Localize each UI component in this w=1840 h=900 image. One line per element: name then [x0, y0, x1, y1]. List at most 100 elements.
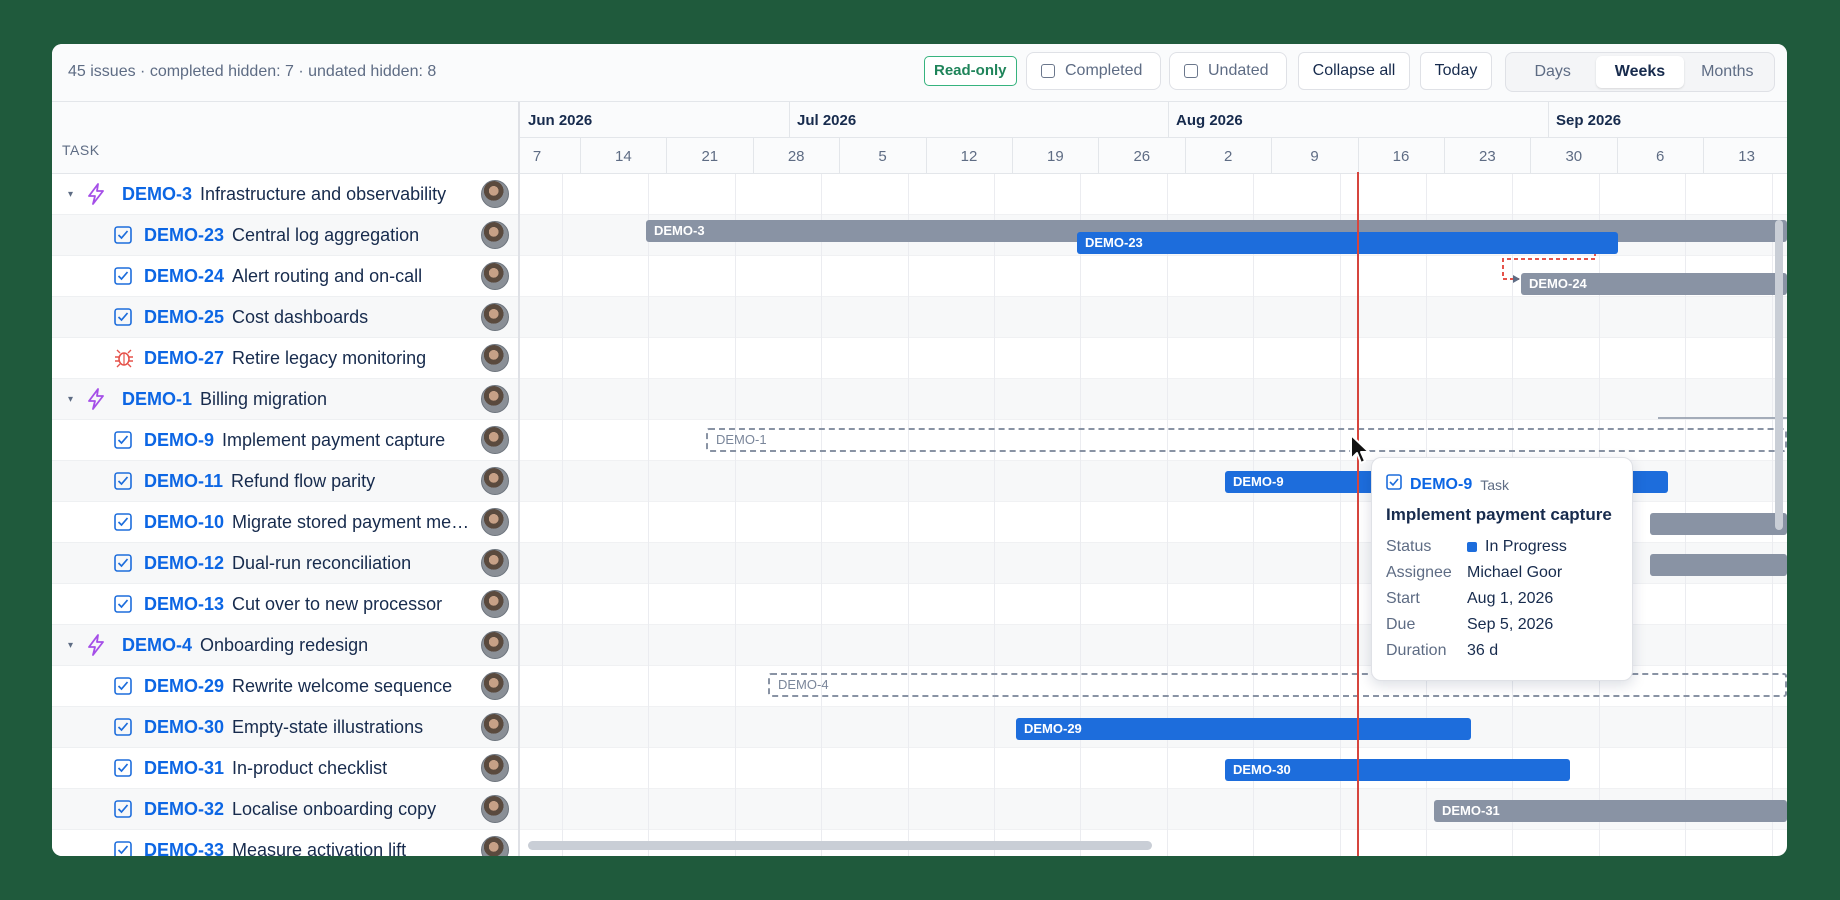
avatar: [481, 221, 509, 249]
tooltip-status-row: Status In Progress: [1386, 538, 1567, 556]
avatar: [481, 713, 509, 741]
issue-key[interactable]: DEMO-29: [144, 676, 224, 697]
issue-summary: Central log aggregation: [232, 224, 420, 245]
avatar: [481, 631, 509, 659]
issue-summary: Empty-state illustrations: [232, 716, 424, 737]
tooltip-start-row: Start Aug 1, 2026: [1386, 590, 1553, 608]
issue-key[interactable]: DEMO-11: [144, 471, 223, 492]
bar-demo-29[interactable]: DEMO-29: [1016, 718, 1471, 740]
undated-checkbox[interactable]: [1184, 64, 1198, 78]
bug-icon: [114, 348, 134, 368]
task-row[interactable]: ▾ DEMO-3 Infrastructure and observability: [52, 174, 518, 215]
tooltip-header: DEMO-9 Task: [1386, 474, 1509, 495]
horizontal-scrollbar[interactable]: [528, 841, 1152, 850]
expand-caret-icon[interactable]: ▾: [68, 394, 73, 405]
issue-summary: Implement payment capture: [222, 429, 446, 450]
task-row[interactable]: ▾ DEMO-1 Billing migration: [52, 379, 518, 420]
issue-key[interactable]: DEMO-4: [122, 635, 192, 656]
task-row[interactable]: DEMO-10 Migrate stored payment met…: [52, 502, 518, 543]
completed-toggle[interactable]: Completed: [1026, 52, 1161, 90]
scale-weeks[interactable]: Weeks: [1596, 56, 1684, 88]
bar-demo-4[interactable]: DEMO-4: [768, 673, 1787, 697]
issue-key[interactable]: DEMO-31: [144, 758, 224, 779]
bar-demo-24[interactable]: DEMO-24: [1521, 273, 1787, 295]
issue-summary: In-product checklist: [232, 757, 388, 778]
task-header-label: TASK: [62, 142, 100, 158]
task-row[interactable]: DEMO-29 Rewrite welcome sequence: [52, 666, 518, 707]
issue-key[interactable]: DEMO-13: [144, 594, 224, 615]
task-checkbox-icon: [114, 226, 132, 244]
completed-checkbox[interactable]: [1041, 64, 1055, 78]
issue-key[interactable]: DEMO-12: [144, 553, 224, 574]
task-row[interactable]: DEMO-30 Empty-state illustrations: [52, 707, 518, 748]
task-row[interactable]: DEMO-24 Alert routing and on-call: [52, 256, 518, 297]
task-row[interactable]: DEMO-12 Dual-run reconciliation: [52, 543, 518, 584]
issue-summary: Retire legacy monitoring: [232, 347, 427, 368]
task-checkbox-icon: [114, 513, 132, 531]
bar-demo-1[interactable]: DEMO-1: [706, 428, 1787, 452]
scale-days[interactable]: Days: [1509, 56, 1596, 88]
status-dot: [1467, 542, 1477, 552]
task-row[interactable]: DEMO-13 Cut over to new processor: [52, 584, 518, 625]
task-row[interactable]: DEMO-33 Measure activation lift: [52, 830, 518, 856]
avatar: [481, 795, 509, 823]
issue-key[interactable]: DEMO-1: [122, 389, 192, 410]
issue-key[interactable]: DEMO-33: [144, 840, 224, 857]
task-row[interactable]: DEMO-23 Central log aggregation: [52, 215, 518, 256]
task-row[interactable]: DEMO-27 Retire legacy monitoring: [52, 338, 518, 379]
today-button[interactable]: Today: [1420, 52, 1492, 90]
issue-key[interactable]: DEMO-32: [144, 799, 224, 820]
issue-summary: Dual-run reconciliation: [232, 552, 412, 573]
bar-demo-11[interactable]: [1650, 513, 1787, 535]
epic-lightning-icon: [86, 388, 106, 410]
task-checkbox-icon: [114, 554, 132, 572]
avatar: [481, 549, 509, 577]
tooltip-title: Implement payment capture: [1386, 505, 1612, 524]
scale-months[interactable]: Months: [1684, 56, 1771, 88]
task-checkbox-icon: [114, 800, 132, 818]
due-label: Due: [1386, 616, 1416, 633]
issue-key[interactable]: DEMO-27: [144, 348, 224, 369]
issue-key[interactable]: DEMO-24: [144, 266, 224, 287]
issue-key[interactable]: DEMO-3: [122, 184, 192, 205]
issue-key[interactable]: DEMO-23: [144, 225, 224, 246]
task-row[interactable]: DEMO-9 Implement payment capture: [52, 420, 518, 461]
issue-summary: Alert routing and on-call: [232, 265, 423, 286]
bar-demo-30[interactable]: DEMO-30: [1225, 759, 1570, 781]
issue-key[interactable]: DEMO-30: [144, 717, 224, 738]
avatar: [481, 385, 509, 413]
status-value: In Progress: [1485, 538, 1567, 555]
undated-toggle[interactable]: Undated: [1169, 52, 1287, 90]
bar-demo-23[interactable]: DEMO-23: [1077, 232, 1618, 254]
start-value: Aug 1, 2026: [1467, 590, 1554, 607]
expand-caret-icon[interactable]: ▾: [68, 189, 73, 200]
epic-lightning-icon: [86, 634, 106, 656]
task-list: TASK ▾ DEMO-3 Infrastructure and observabi…: [52, 102, 520, 856]
issue-tooltip: DEMO-9 Task Implement payment capture St…: [1371, 457, 1633, 681]
bar-demo-31[interactable]: DEMO-31: [1434, 800, 1787, 822]
collapse-all-button[interactable]: Collapse all: [1298, 52, 1410, 90]
issue-key[interactable]: DEMO-10: [144, 512, 224, 533]
bar-demo-10[interactable]: [1650, 554, 1787, 576]
task-row[interactable]: DEMO-32 Localise onboarding copy: [52, 789, 518, 830]
avatar: [481, 508, 509, 536]
task-row[interactable]: DEMO-25 Cost dashboards: [52, 297, 518, 338]
task-row[interactable]: DEMO-11 Refund flow parity: [52, 461, 518, 502]
read-only-badge: Read-only: [924, 56, 1017, 86]
tooltip-issue-type: Task: [1480, 476, 1510, 493]
task-checkbox-icon: [114, 841, 132, 856]
issue-key[interactable]: DEMO-9: [144, 430, 214, 451]
status-label: Status: [1386, 538, 1432, 555]
task-row[interactable]: DEMO-31 In-product checklist: [52, 748, 518, 789]
vertical-scrollbar[interactable]: [1775, 220, 1783, 530]
issue-summary: 45 issues · completed hidden: 7 · undate…: [68, 63, 437, 80]
issue-key[interactable]: DEMO-25: [144, 307, 224, 328]
issue-summary: Billing migration: [200, 388, 328, 409]
tooltip-issue-key[interactable]: DEMO-9: [1410, 476, 1472, 494]
issue-summary: Refund flow parity: [231, 470, 376, 491]
expand-caret-icon[interactable]: ▾: [68, 640, 73, 651]
task-row[interactable]: ▾ DEMO-4 Onboarding redesign: [52, 625, 518, 666]
task-column-header: TASK: [52, 102, 518, 174]
duration-value: 36 d: [1467, 642, 1499, 659]
completed-label: Completed: [1065, 62, 1143, 79]
